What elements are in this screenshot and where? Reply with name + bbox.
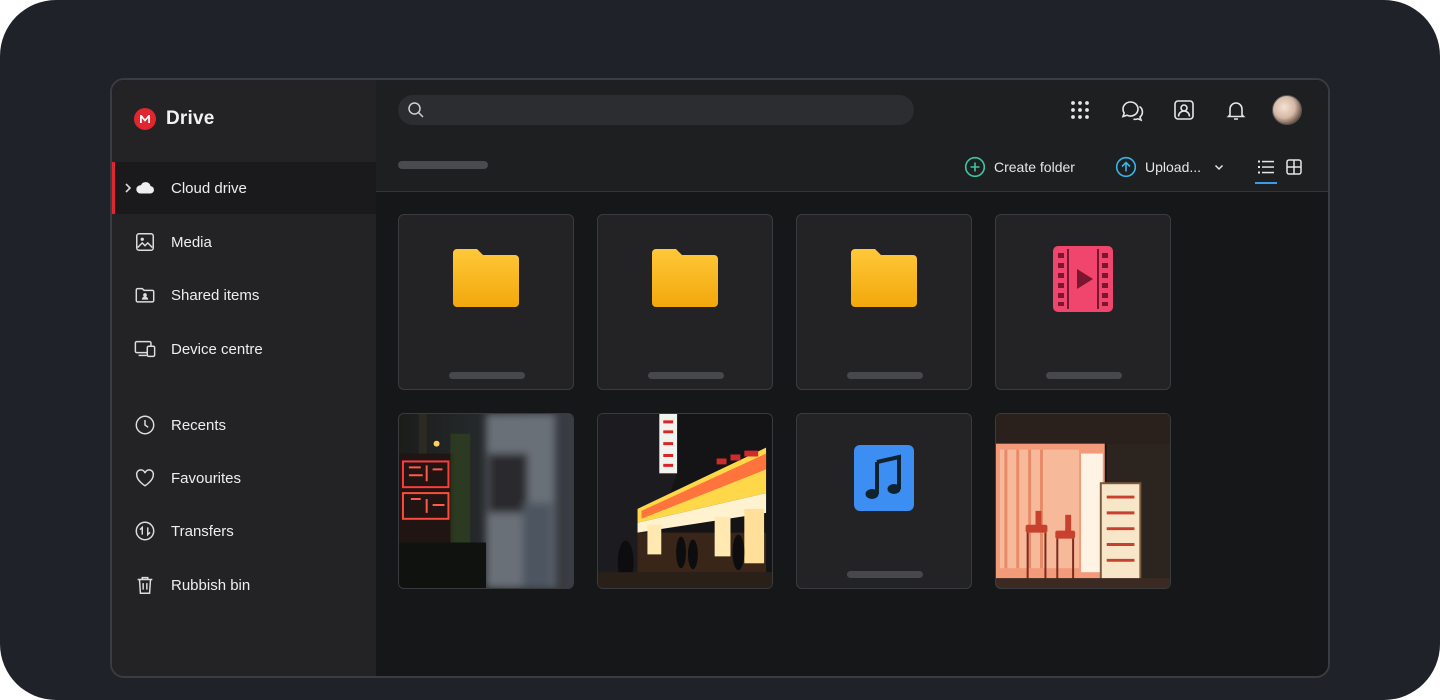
folder-icon [453,249,519,307]
add-circle-icon [964,156,986,178]
mega-logo-icon [134,108,156,130]
upload-button[interactable]: Upload... [1115,154,1225,180]
chat-icon[interactable] [1120,98,1144,122]
sidebar-item-favourites[interactable]: Favourites [112,452,376,504]
search-bar[interactable] [398,95,914,125]
sidebar: Drive Cloud drive Media Shared items Dev… [112,80,376,676]
sidebar-item-recents[interactable]: Recents [112,399,376,451]
sidebar-item-label: Shared items [171,286,260,304]
file-tile-image[interactable] [398,413,574,589]
sidebar-item-device-centre[interactable]: Device centre [112,323,376,375]
shared-folder-icon [135,287,155,303]
create-folder-label: Create folder [994,159,1075,175]
search-icon [408,102,424,118]
folder-icon [652,249,718,307]
list-view-icon [1258,160,1274,174]
toolbar: Create folder Upload... [376,142,1328,192]
device-frame: Drive Cloud drive Media Shared items Dev… [0,0,1440,700]
file-tile-folder[interactable] [597,214,773,390]
file-tile-image[interactable] [597,413,773,589]
contacts-icon[interactable] [1172,98,1196,122]
neon-street-photo [399,414,573,588]
video-file-icon [1053,246,1113,312]
music-file-icon [854,445,914,511]
file-name-placeholder [449,372,525,379]
sidebar-item-shared-items[interactable]: Shared items [112,269,376,321]
sidebar-item-label: Rubbish bin [171,576,251,594]
transfers-icon [135,521,155,541]
file-name-placeholder [648,372,724,379]
grid-view-icon [1286,159,1302,175]
sidebar-item-label: Transfers [171,522,234,540]
top-bar [376,80,1328,142]
sidebar-item-rubbish-bin[interactable]: Rubbish bin [112,559,376,611]
avatar[interactable] [1272,95,1302,125]
bar-interior-photo [996,414,1170,588]
night-market-photo [598,414,772,588]
sidebar-item-label: Device centre [171,340,263,358]
heart-icon [135,469,155,487]
upload-label: Upload... [1145,159,1202,175]
file-name-placeholder [847,372,923,379]
folder-icon [851,249,917,307]
file-name-placeholder [1046,372,1122,379]
sidebar-item-media[interactable]: Media [112,216,376,268]
bell-icon[interactable] [1224,98,1248,122]
upload-circle-icon [1115,156,1137,178]
app-name: Drive [166,108,215,129]
chevron-down-icon [1215,164,1224,171]
file-tile-folder[interactable] [796,214,972,390]
clock-icon [135,415,155,435]
app-window: Drive Cloud drive Media Shared items Dev… [110,78,1330,678]
sidebar-item-label: Recents [171,416,227,434]
file-name-placeholder [847,571,923,578]
list-view-button[interactable] [1255,156,1277,184]
sidebar-item-label: Cloud drive [171,179,247,197]
breadcrumb [398,161,488,169]
grid-view-button[interactable] [1283,156,1305,178]
main-content: Create folder Upload... [376,80,1328,676]
file-tile-audio[interactable] [796,413,972,589]
trash-icon [137,576,153,594]
devices-icon [134,340,156,358]
create-folder-button[interactable]: Create folder [964,154,1075,180]
file-tile-video[interactable] [995,214,1171,390]
cloud-icon [136,182,154,194]
file-tile-folder[interactable] [398,214,574,390]
brand[interactable]: Drive [134,108,215,130]
search-input[interactable] [432,95,902,125]
sidebar-item-cloud-drive[interactable]: Cloud drive [112,162,376,214]
image-icon [136,233,154,251]
file-tile-image[interactable] [995,413,1171,589]
chevron-right-icon[interactable] [123,180,133,196]
active-indicator [112,162,115,214]
apps-grid-icon[interactable] [1068,98,1092,122]
sidebar-item-transfers[interactable]: Transfers [112,505,376,557]
sidebar-item-label: Media [171,233,212,251]
sidebar-item-label: Favourites [171,469,242,487]
